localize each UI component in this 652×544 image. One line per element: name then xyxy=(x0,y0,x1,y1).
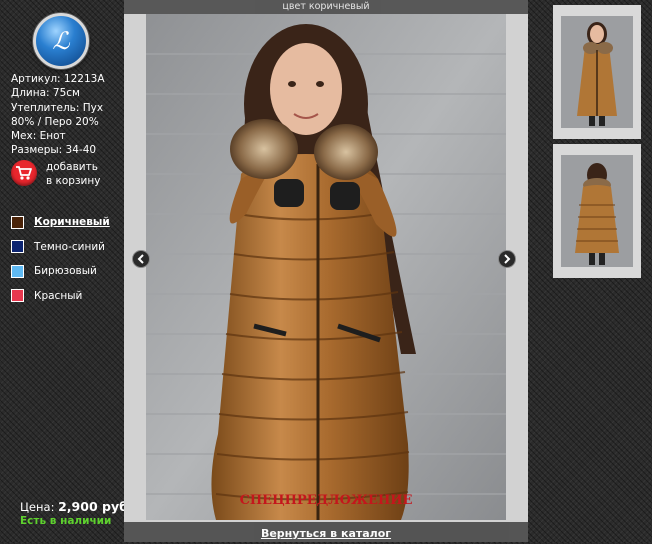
thumbnail-front[interactable] xyxy=(553,5,641,139)
thumbnail-back[interactable] xyxy=(553,144,641,278)
spec-length: Длина: 75см xyxy=(11,87,80,100)
product-photo[interactable] xyxy=(146,14,506,520)
shopping-cart-icon xyxy=(11,160,37,186)
spec-sizes: Размеры: 34-40 xyxy=(11,144,97,157)
color-options: Коричневый Темно-синий Бирюзовый Красный xyxy=(11,214,110,312)
color-option-turquoise[interactable]: Бирюзовый xyxy=(11,263,110,279)
color-swatch xyxy=(11,240,24,253)
color-option-brown[interactable]: Коричневый xyxy=(11,214,110,230)
color-swatch xyxy=(11,215,24,229)
logo-glyph: ℒ xyxy=(52,27,70,55)
product-specs: Артикул: 12213A Длина: 75см Утеплитель: … xyxy=(11,72,121,158)
add-to-cart-label: добавить в корзину xyxy=(46,161,101,187)
image-caption: цвет коричневый xyxy=(124,0,528,14)
color-label: Темно-синий xyxy=(34,240,105,253)
spec-fur: Мех: Енот xyxy=(11,130,66,143)
spec-article: Артикул: 12213A xyxy=(11,73,105,85)
add-to-cart-button[interactable]: добавить в корзину xyxy=(11,160,106,188)
brand-logo[interactable]: ℒ xyxy=(33,13,89,69)
price-label: Цена: xyxy=(20,500,55,514)
back-to-catalog-link[interactable]: Вернуться в каталог xyxy=(261,527,391,540)
special-offer-label: СПЕЦПРЕДЛОЖЕНИЕ xyxy=(239,493,413,508)
price: Цена: 2,900 руб. xyxy=(20,499,133,514)
prev-image-button[interactable] xyxy=(132,250,150,268)
stock-status: Есть в наличии xyxy=(20,515,112,527)
spec-insulation: Утеплитель: Пух 80% / Перо 20% xyxy=(11,101,104,128)
image-viewer: цвет коричневый СПЕЦПРЕДЛОЖЕНИЕ Вернутьс… xyxy=(124,0,528,542)
color-label: Бирюзовый xyxy=(34,265,97,277)
next-image-button[interactable] xyxy=(498,250,516,268)
price-value: 2,900 руб. xyxy=(58,499,133,514)
viewer-footer: Вернуться в каталог xyxy=(124,522,528,542)
color-label: Красный xyxy=(34,289,83,302)
color-option-dark-blue[interactable]: Темно-синий xyxy=(11,239,110,255)
color-option-red[interactable]: Красный xyxy=(11,288,110,304)
arrow-left-icon xyxy=(137,254,144,264)
color-swatch xyxy=(11,289,24,302)
arrow-right-icon xyxy=(504,254,511,264)
color-swatch xyxy=(11,264,24,278)
color-label: Коричневый xyxy=(34,216,110,228)
